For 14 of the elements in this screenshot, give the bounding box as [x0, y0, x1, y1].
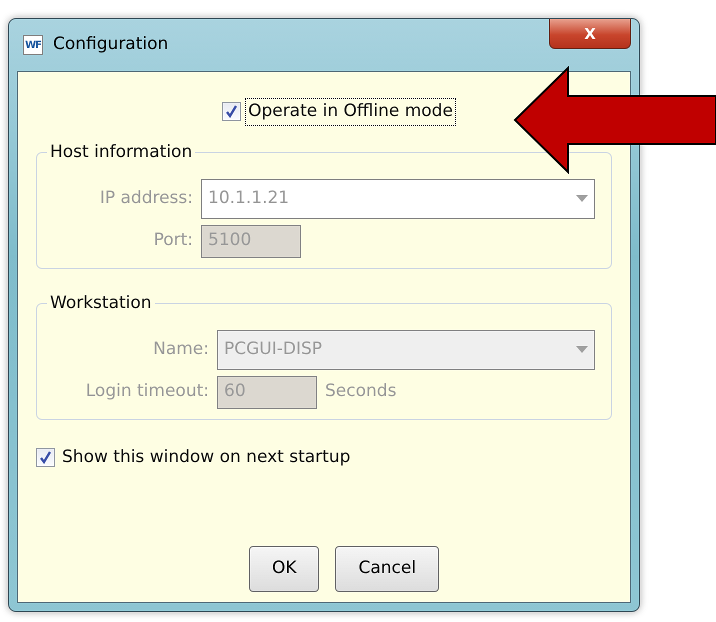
app-icon: WF [23, 35, 43, 55]
dialog-button[interactable]: Cancel [335, 546, 440, 592]
field-label: Name: [152, 338, 209, 361]
offline-mode-checkbox[interactable] [222, 102, 242, 122]
field-label: IP address: [98, 186, 193, 210]
dialog-button[interactable]: OK [248, 546, 320, 592]
unit-label: Seconds [325, 380, 396, 404]
offline-mode-label[interactable]: Operate in Offline mode [245, 98, 456, 126]
show-on-startup-checkbox[interactable] [36, 448, 55, 467]
window-title: Configuration [53, 33, 168, 56]
field-label: Login timeout: [84, 380, 209, 404]
close-button[interactable]: X [549, 19, 631, 49]
show-on-startup-label[interactable]: Show this window on next startup [59, 444, 354, 471]
field-label: Port: [152, 229, 193, 252]
